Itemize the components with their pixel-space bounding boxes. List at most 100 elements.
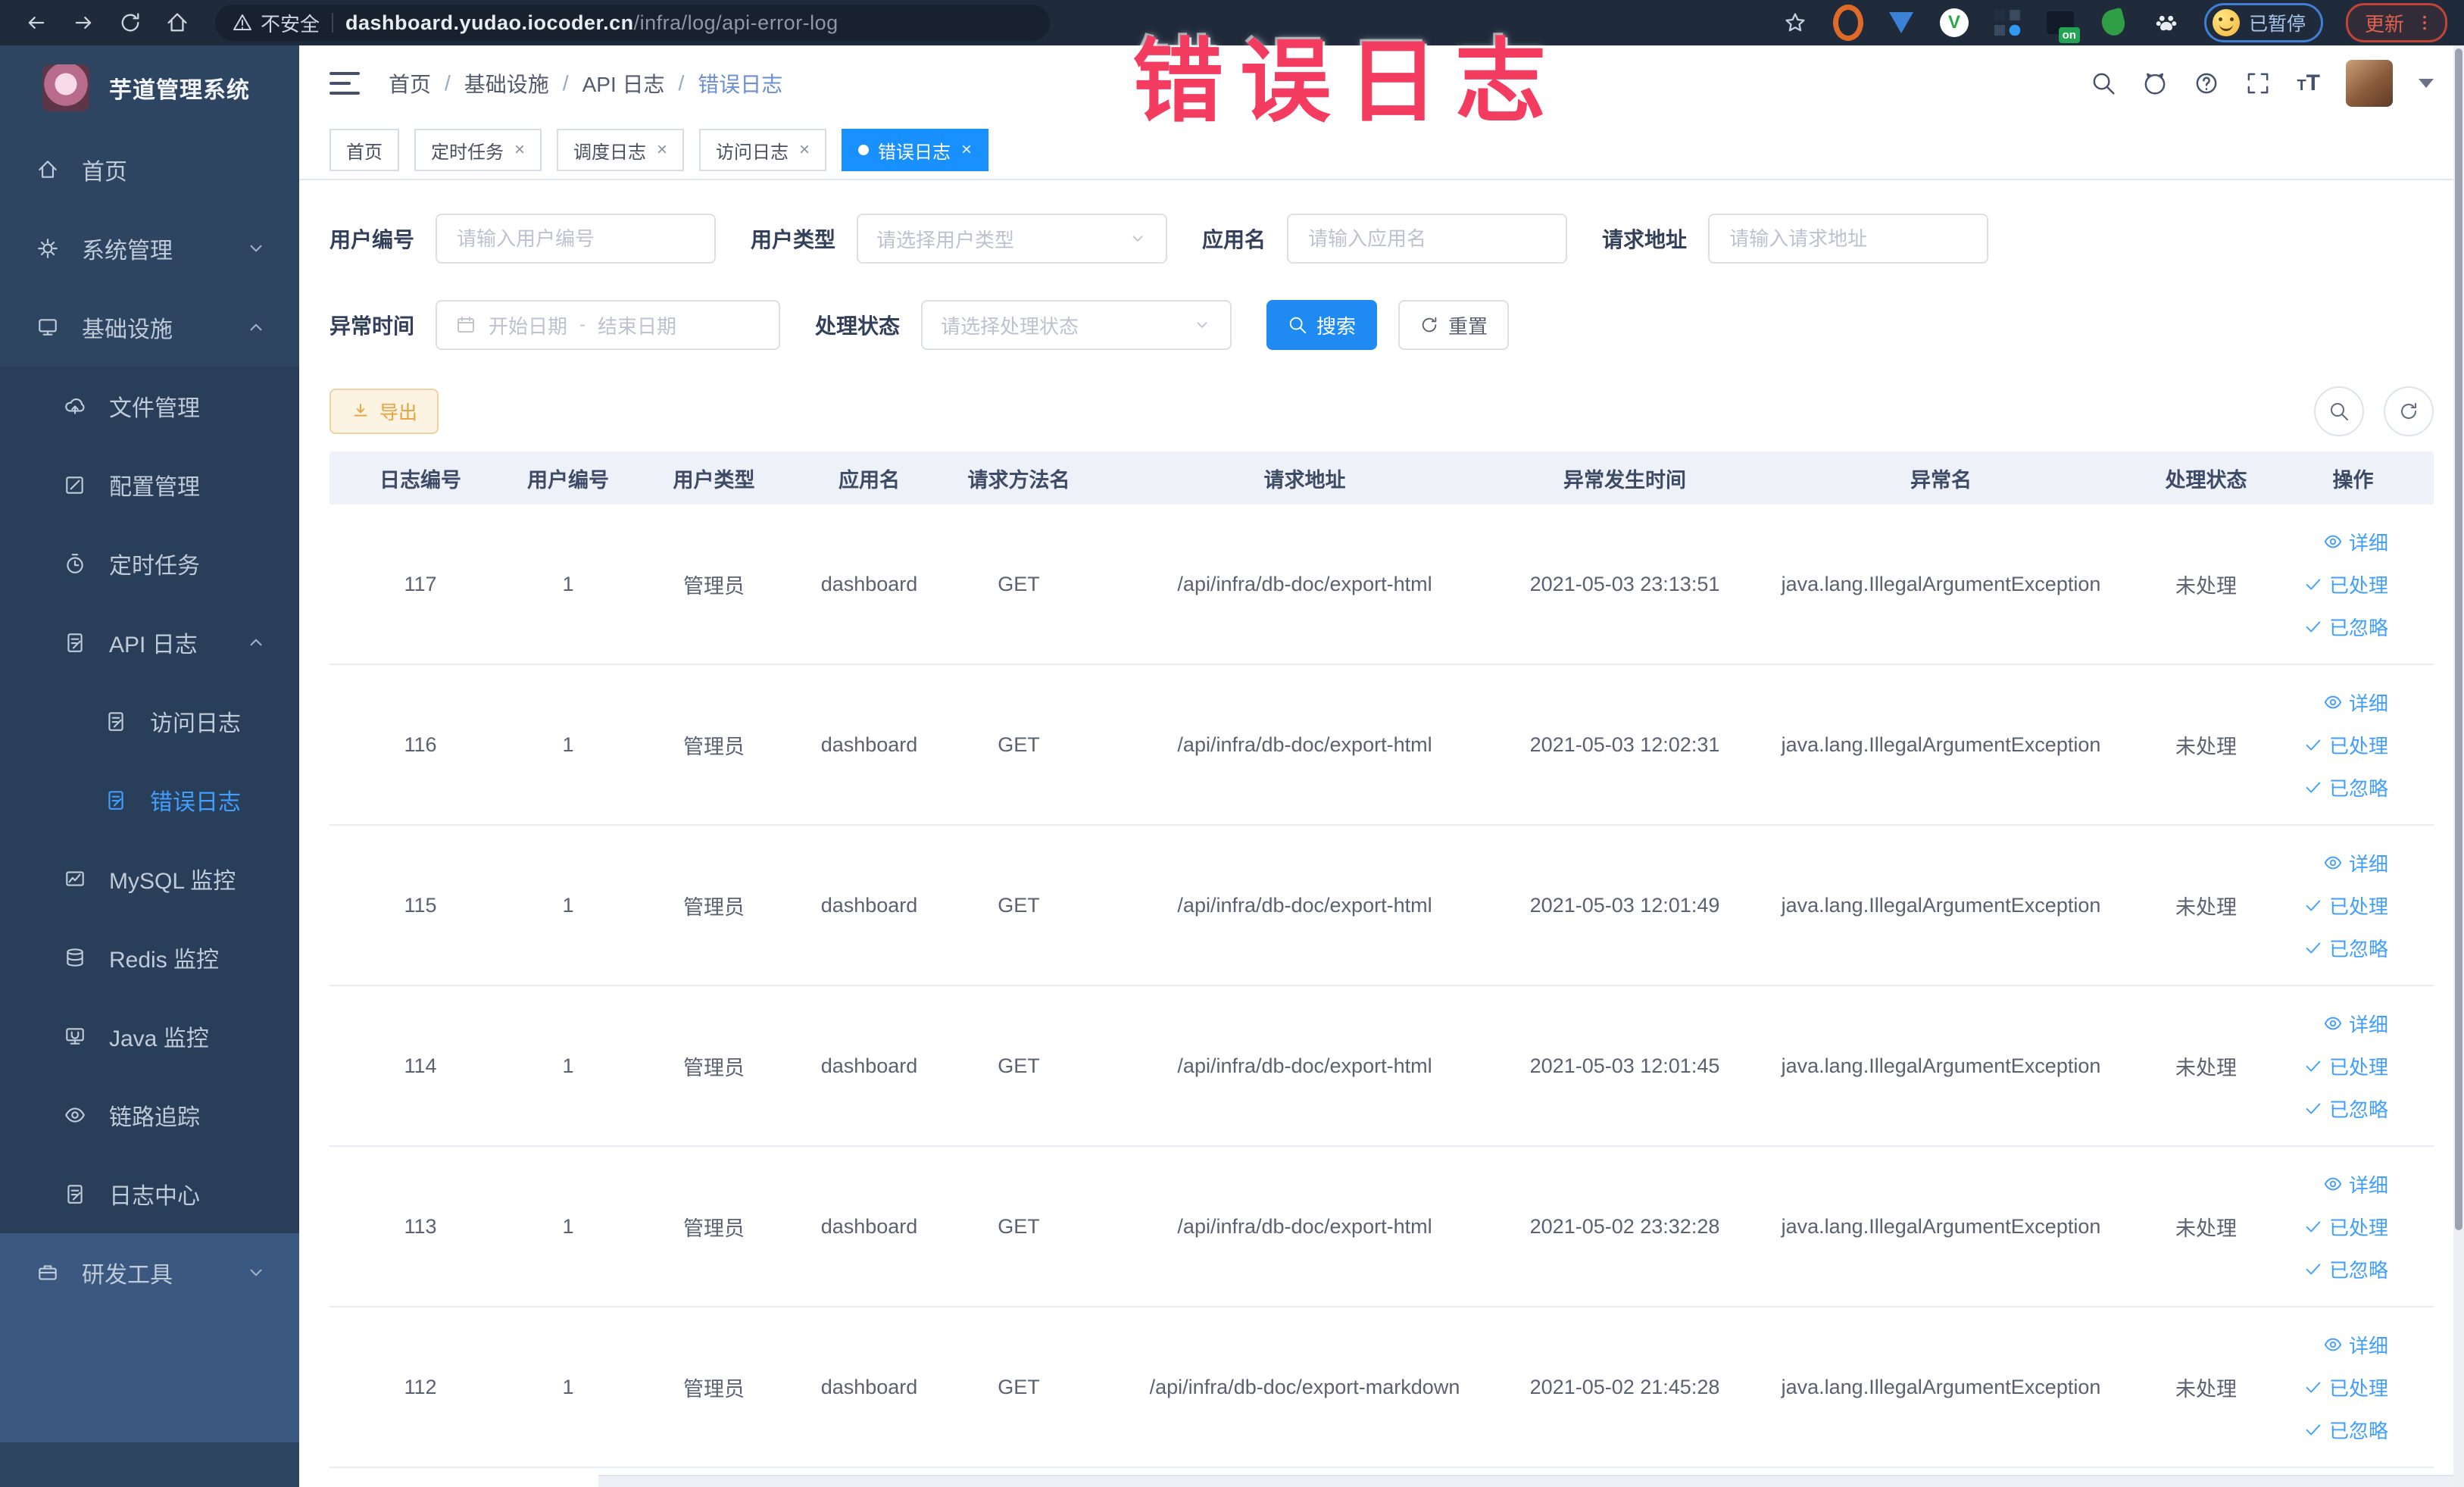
breadcrumb-api-log[interactable]: API 日志 bbox=[582, 68, 665, 98]
sidebar-item-java-monitor[interactable]: Java 监控 bbox=[0, 997, 299, 1076]
sidebar-item-file-mgmt[interactable]: 文件管理 bbox=[0, 367, 299, 445]
ignored-link[interactable]: 已忽略 bbox=[2272, 605, 2388, 648]
java-icon bbox=[66, 1028, 84, 1045]
table-row: 116 1 管理员 dashboard GET/api/infra/db-doc/exp… bbox=[329, 665, 2434, 826]
search-button[interactable]: 搜索 bbox=[1266, 300, 1378, 350]
cell-exception: java.lang.IllegalArgumentException bbox=[1781, 733, 2101, 756]
sidebar-item-api-log[interactable]: API 日志 bbox=[0, 603, 299, 682]
security-warning[interactable]: 不安全 bbox=[232, 9, 320, 37]
request-url-input[interactable] bbox=[1728, 226, 1969, 251]
cell-url: /api/infra/db-doc/export-markdown bbox=[1149, 1375, 1460, 1398]
browser-home-button[interactable] bbox=[158, 5, 197, 41]
app-logo-row[interactable]: 芋道管理系统 bbox=[0, 45, 299, 130]
processed-link[interactable]: 已处理 bbox=[2272, 1205, 2388, 1248]
processed-link[interactable]: 已处理 bbox=[2272, 1366, 2388, 1408]
tab-close-icon[interactable]: × bbox=[514, 139, 525, 161]
sidebar-item-error-log[interactable]: 错误日志 bbox=[0, 761, 299, 839]
bookmark-star-icon[interactable] bbox=[1780, 8, 1810, 38]
ignored-link[interactable]: 已忽略 bbox=[2272, 1087, 2388, 1129]
scrollbar-thumb[interactable] bbox=[2455, 48, 2462, 1231]
detail-link[interactable]: 详细 bbox=[2272, 681, 2388, 723]
ignored-link[interactable]: 已忽略 bbox=[2272, 1248, 2388, 1290]
extension-green-v-icon[interactable]: V bbox=[1939, 8, 1969, 38]
user-id-label: 用户编号 bbox=[329, 228, 415, 251]
tab-error-log[interactable]: 错误日志 × bbox=[842, 129, 989, 171]
sidebar-item-log-center[interactable]: 日志中心 bbox=[0, 1154, 299, 1233]
kebab-menu-icon[interactable] bbox=[2415, 13, 2434, 33]
request-url-label: 请求地址 bbox=[1602, 228, 1688, 251]
eye-icon bbox=[2324, 1338, 2342, 1351]
fullscreen-icon[interactable] bbox=[2245, 70, 2271, 96]
github-icon[interactable] bbox=[2142, 70, 2168, 96]
processed-link[interactable]: 已处理 bbox=[2272, 884, 2388, 926]
sidebar-item-infrastructure[interactable]: 基础设施 bbox=[0, 288, 299, 367]
eye-icon bbox=[2324, 856, 2342, 870]
breadcrumb-home[interactable]: 首页 bbox=[389, 68, 431, 98]
tab-cron-job[interactable]: 定时任务 × bbox=[414, 129, 542, 171]
user-avatar[interactable] bbox=[2346, 60, 2393, 107]
extension-blue-shield-icon[interactable] bbox=[1886, 8, 1916, 38]
export-button[interactable]: 导出 bbox=[329, 389, 439, 434]
user-type-select[interactable]: 请选择用户类型 bbox=[857, 214, 1168, 264]
sidebar-item-dev-tools[interactable]: 研发工具 bbox=[0, 1233, 299, 1312]
font-size-icon[interactable]: TT bbox=[2297, 70, 2320, 96]
cell-time: 2021-05-03 12:01:45 bbox=[1529, 1054, 1720, 1077]
doc-edit-icon bbox=[108, 791, 123, 810]
detail-link[interactable]: 详细 bbox=[2272, 1163, 2388, 1205]
extension-grid-icon[interactable] bbox=[1992, 8, 2022, 38]
sidebar-item-redis-monitor[interactable]: Redis 监控 bbox=[0, 918, 299, 997]
column-header: 用户类型 bbox=[673, 468, 755, 492]
extension-on-badge-icon[interactable] bbox=[2045, 8, 2080, 43]
search-icon bbox=[2331, 403, 2348, 420]
ignored-link[interactable]: 已忽略 bbox=[2272, 1408, 2388, 1451]
tab-label: 错误日志 bbox=[878, 142, 951, 163]
extension-paw-icon[interactable] bbox=[2151, 8, 2181, 38]
ignored-link[interactable]: 已忽略 bbox=[2272, 926, 2388, 969]
tab-home[interactable]: 首页 bbox=[329, 129, 399, 171]
sidebar-item-home[interactable]: 首页 bbox=[0, 130, 299, 209]
breadcrumb-infrastructure[interactable]: 基础设施 bbox=[464, 68, 549, 98]
browser-back-button[interactable] bbox=[17, 5, 56, 41]
detail-link[interactable]: 详细 bbox=[2272, 842, 2388, 884]
reset-button[interactable]: 重置 bbox=[1398, 300, 1510, 350]
sidebar-item-system-mgmt[interactable]: 系统管理 bbox=[0, 209, 299, 288]
help-icon[interactable] bbox=[2194, 70, 2219, 96]
processed-link[interactable]: 已处理 bbox=[2272, 1045, 2388, 1087]
search-icon[interactable] bbox=[2091, 70, 2116, 96]
profile-paused-badge[interactable]: 已暂停 bbox=[2203, 3, 2323, 42]
security-label: 不安全 bbox=[261, 12, 320, 36]
browser-update-button[interactable]: 更新 bbox=[2345, 3, 2447, 42]
exception-time-range-picker[interactable]: 开始日期 - 结束日期 bbox=[436, 300, 781, 350]
tab-close-icon[interactable]: × bbox=[799, 139, 810, 161]
toggle-search-button[interactable] bbox=[2314, 386, 2364, 436]
avatar-caret-down-icon[interactable] bbox=[2419, 79, 2434, 88]
extension-orange-icon[interactable] bbox=[1832, 5, 1863, 41]
tab-schedule-log[interactable]: 调度日志 × bbox=[557, 129, 685, 171]
sidebar-item-mysql-monitor[interactable]: MySQL 监控 bbox=[0, 839, 299, 918]
ignored-link[interactable]: 已忽略 bbox=[2272, 766, 2388, 808]
user-id-input[interactable] bbox=[455, 226, 697, 251]
tab-access-log[interactable]: 访问日志 × bbox=[699, 129, 827, 171]
extension-leaf-icon[interactable] bbox=[2098, 7, 2128, 39]
detail-link[interactable]: 详细 bbox=[2272, 1002, 2388, 1045]
browser-forward-button[interactable] bbox=[64, 5, 103, 41]
sidebar-item-access-log[interactable]: 访问日志 bbox=[0, 682, 299, 761]
detail-link[interactable]: 详细 bbox=[2272, 520, 2388, 563]
sidebar-item-cron-job[interactable]: 定时任务 bbox=[0, 524, 299, 603]
app-name-input[interactable] bbox=[1307, 226, 1548, 251]
refresh-table-button[interactable] bbox=[2384, 386, 2434, 436]
processed-link[interactable]: 已处理 bbox=[2272, 723, 2388, 766]
tab-close-icon[interactable]: × bbox=[657, 139, 667, 161]
sidebar-item-link-trace[interactable]: 链路追踪 bbox=[0, 1076, 299, 1154]
processed-link[interactable]: 已处理 bbox=[2272, 563, 2388, 605]
hamburger-icon[interactable] bbox=[329, 72, 360, 95]
process-status-select[interactable]: 请选择处理状态 bbox=[921, 300, 1232, 350]
page-scrollbar[interactable] bbox=[2453, 45, 2464, 1487]
tab-close-icon[interactable]: × bbox=[961, 139, 972, 161]
browser-reload-button[interactable] bbox=[111, 5, 150, 41]
column-header: 异常发生时间 bbox=[1563, 468, 1686, 492]
sidebar-item-config-mgmt[interactable]: 配置管理 bbox=[0, 445, 299, 524]
address-bar[interactable]: 不安全 dashboard.yudao.iocoder.cn/infra/log… bbox=[215, 5, 1050, 41]
detail-link[interactable]: 详细 bbox=[2272, 1323, 2388, 1366]
chev-up bbox=[250, 323, 262, 331]
